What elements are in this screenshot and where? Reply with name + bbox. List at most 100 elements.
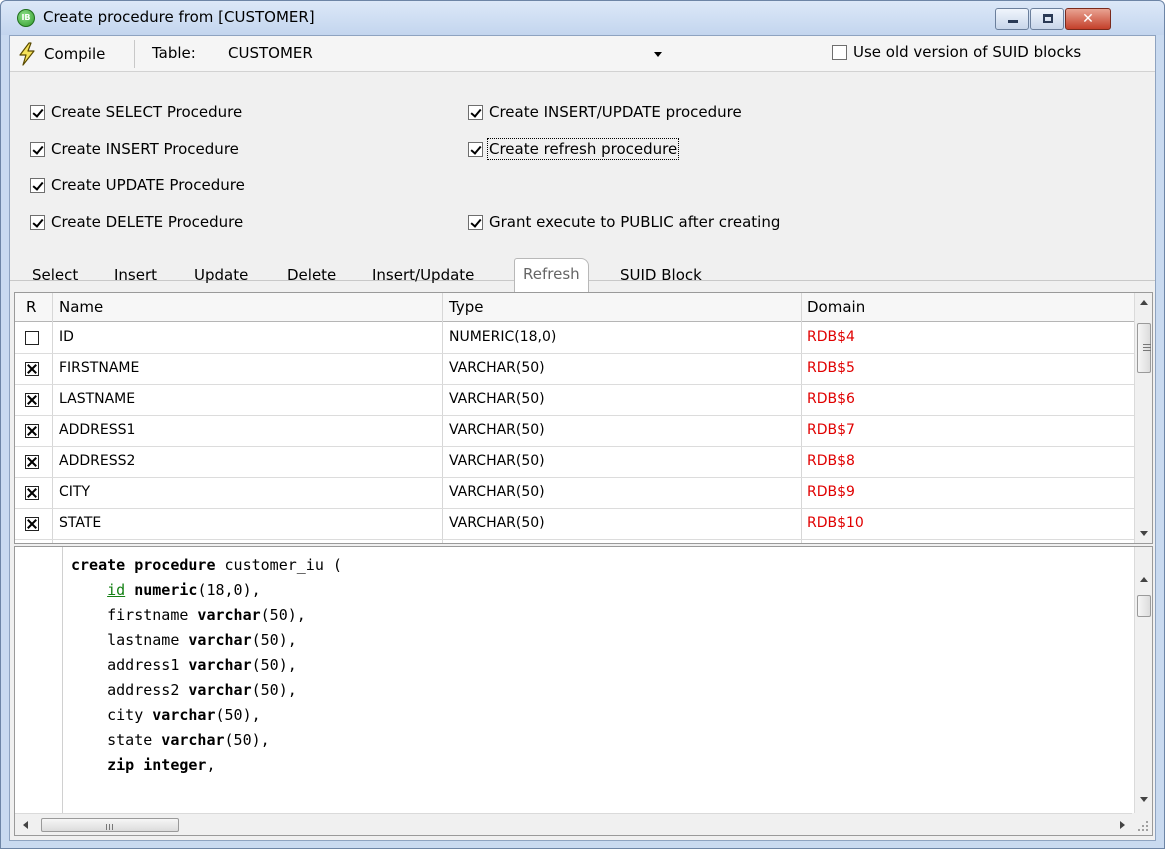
- create-insert-box[interactable]: [30, 141, 45, 157]
- toolbar-separator: [134, 40, 135, 68]
- field-type: VARCHAR(50): [449, 515, 545, 531]
- table-row[interactable]: ADDRESS1 VARCHAR(50) RDB$7: [15, 416, 1135, 447]
- col-header-name[interactable]: Name: [59, 298, 103, 316]
- table-label: Table:: [152, 44, 196, 62]
- window-title: Create procedure from [CUSTOMER]: [43, 8, 315, 26]
- table-row[interactable]: STATE VARCHAR(50) RDB$10: [15, 509, 1135, 540]
- grid-vertical-scrollbar[interactable]: [1134, 293, 1152, 543]
- code-text: city: [107, 706, 144, 724]
- dialog-window: IB Create procedure from [CUSTOMER] ✕ Co…: [0, 0, 1165, 849]
- create-update-checkbox[interactable]: Create UPDATE Procedure: [30, 176, 245, 194]
- grid-scroll-thumb[interactable]: [1137, 323, 1151, 373]
- grant-execute-label: Grant execute to PUBLIC after creating: [489, 213, 781, 231]
- close-button[interactable]: ✕: [1065, 8, 1111, 30]
- editor-scroll-thumb[interactable]: [1137, 595, 1151, 617]
- scroll-up-icon[interactable]: [1140, 577, 1148, 582]
- dialog-client: Compile Table: CUSTOMER Use old version …: [9, 35, 1156, 841]
- field-type: VARCHAR(50): [449, 391, 545, 407]
- old-suid-checkbox[interactable]: Use old version of SUID blocks: [832, 43, 1081, 61]
- minimize-button[interactable]: [995, 8, 1029, 30]
- old-suid-box[interactable]: [832, 44, 847, 60]
- row-include-checkbox[interactable]: [25, 424, 39, 438]
- table-row[interactable]: FIRSTNAME VARCHAR(50) RDB$5: [15, 354, 1135, 385]
- procedure-tabs: Select Insert Update Delete Insert/Updat…: [10, 258, 1155, 292]
- field-domain: RDB$10: [807, 515, 864, 531]
- grip-line: [1143, 344, 1151, 345]
- row-include-checkbox[interactable]: [25, 331, 39, 345]
- code-keyword: varchar: [179, 656, 252, 674]
- code-text: (50),: [260, 606, 306, 624]
- close-icon: ✕: [1082, 11, 1094, 27]
- create-select-checkbox[interactable]: Create SELECT Procedure: [30, 103, 242, 121]
- table-row[interactable]: LASTNAME VARCHAR(50) RDB$6: [15, 385, 1135, 416]
- code-text: firstname: [107, 606, 189, 624]
- grip-line: [106, 824, 107, 830]
- field-name: ADDRESS1: [59, 422, 136, 438]
- row-include-checkbox[interactable]: [25, 455, 39, 469]
- col-header-r[interactable]: R: [26, 298, 36, 316]
- table-row[interactable]: ADDRESS2 VARCHAR(50) RDB$8: [15, 447, 1135, 478]
- row-include-checkbox[interactable]: [25, 486, 39, 500]
- field-domain: RDB$6: [807, 391, 855, 407]
- table-select[interactable]: CUSTOMER: [228, 41, 668, 67]
- table-row[interactable]: CITY VARCHAR(50) RDB$9: [15, 478, 1135, 509]
- code-text: (50),: [251, 681, 297, 699]
- create-insert-checkbox[interactable]: Create INSERT Procedure: [30, 140, 239, 158]
- create-insert-update-checkbox[interactable]: Create INSERT/UPDATE procedure: [468, 103, 742, 121]
- table-row[interactable]: ID NUMERIC(18,0) RDB$4: [15, 323, 1135, 354]
- compile-button[interactable]: Compile: [16, 40, 130, 68]
- grant-execute-box[interactable]: [468, 214, 483, 230]
- create-insert-update-box[interactable]: [468, 104, 483, 120]
- code-keyword: varchar: [152, 731, 225, 749]
- create-update-label: Create UPDATE Procedure: [51, 176, 245, 194]
- scroll-left-icon[interactable]: [23, 821, 28, 829]
- create-select-box[interactable]: [30, 104, 45, 120]
- row-include-checkbox[interactable]: [25, 517, 39, 531]
- create-refresh-box[interactable]: [468, 141, 483, 157]
- editor-horizontal-scrollbar[interactable]: [15, 813, 1133, 835]
- tab-select[interactable]: Select: [32, 266, 78, 284]
- create-refresh-checkbox[interactable]: Create refresh procedure: [468, 138, 680, 160]
- row-include-checkbox[interactable]: [25, 362, 39, 376]
- grip-line: [1143, 350, 1151, 351]
- title-bar[interactable]: IB Create procedure from [CUSTOMER] ✕: [1, 1, 1164, 35]
- sql-code[interactable]: create procedure customer_iu ( id numeri…: [71, 553, 342, 778]
- editor-vertical-scrollbar[interactable]: [1134, 547, 1152, 813]
- tab-suid-block[interactable]: SUID Block: [620, 266, 702, 284]
- tab-refresh[interactable]: Refresh: [514, 258, 589, 292]
- tab-delete[interactable]: Delete: [287, 266, 336, 284]
- create-update-box[interactable]: [30, 177, 45, 193]
- grip-line: [112, 824, 113, 830]
- table-select-value: CUSTOMER: [228, 44, 313, 62]
- minimize-icon: [1008, 20, 1018, 23]
- col-header-domain[interactable]: Domain: [807, 298, 865, 316]
- tab-update[interactable]: Update: [194, 266, 248, 284]
- field-type: NUMERIC(18,0): [449, 329, 557, 345]
- field-type: VARCHAR(50): [449, 360, 545, 376]
- field-domain: RDB$9: [807, 484, 855, 500]
- create-refresh-label: Create refresh procedure: [486, 138, 680, 160]
- code-text: customer_iu (: [215, 556, 342, 574]
- app-icon: IB: [17, 9, 35, 27]
- grant-execute-checkbox[interactable]: Grant execute to PUBLIC after creating: [468, 213, 780, 231]
- resize-grip-icon[interactable]: [1132, 813, 1152, 835]
- create-insert-label: Create INSERT Procedure: [51, 140, 239, 158]
- code-keyword: varchar: [188, 606, 261, 624]
- create-delete-box[interactable]: [30, 214, 45, 230]
- scroll-down-icon[interactable]: [1140, 531, 1148, 536]
- scroll-right-icon[interactable]: [1120, 821, 1125, 829]
- col-header-type[interactable]: Type: [449, 298, 483, 316]
- code-text: (50),: [251, 656, 297, 674]
- scroll-down-icon[interactable]: [1140, 797, 1148, 802]
- sql-editor[interactable]: create procedure customer_iu ( id numeri…: [14, 546, 1153, 836]
- compile-label: Compile: [44, 45, 106, 63]
- code-keyword: integer: [134, 756, 207, 774]
- maximize-button[interactable]: [1030, 8, 1064, 30]
- code-text: (50),: [251, 631, 297, 649]
- tab-insert[interactable]: Insert: [114, 266, 157, 284]
- create-delete-checkbox[interactable]: Create DELETE Procedure: [30, 213, 243, 231]
- editor-hscroll-thumb[interactable]: [41, 818, 179, 832]
- tab-insert-update[interactable]: Insert/Update: [372, 266, 474, 284]
- row-include-checkbox[interactable]: [25, 393, 39, 407]
- scroll-up-icon[interactable]: [1140, 300, 1148, 305]
